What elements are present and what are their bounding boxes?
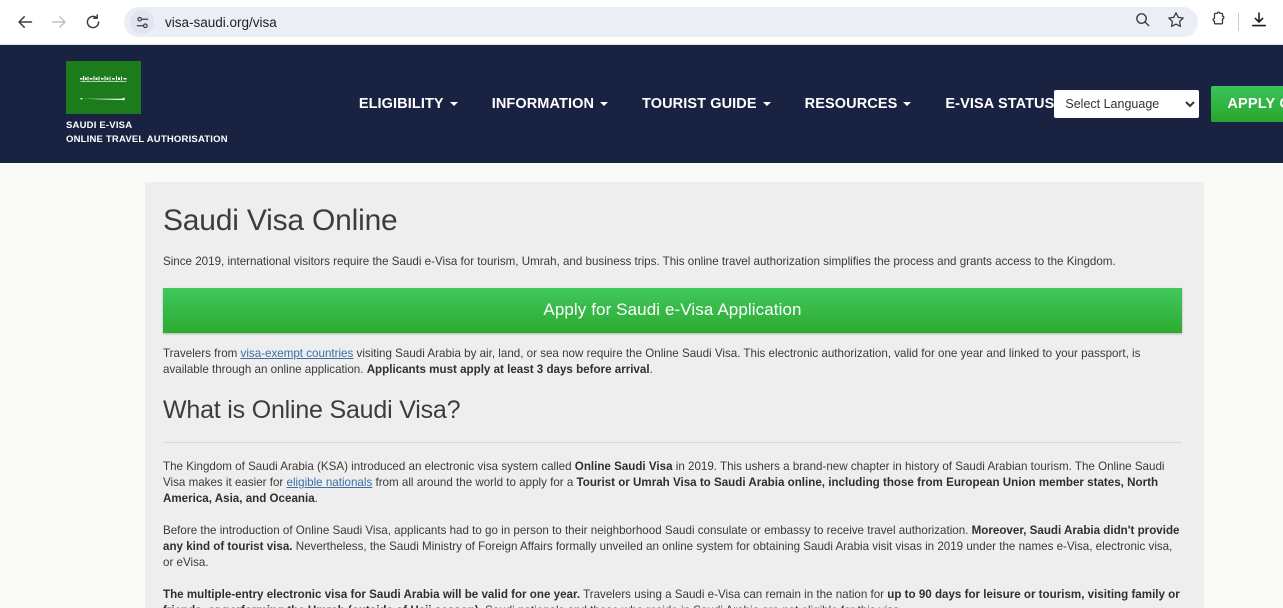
forward-arrow-icon <box>50 13 68 31</box>
brand-line-primary: SAUDI E-VISA <box>66 120 133 131</box>
back-arrow-icon <box>16 13 34 31</box>
address-bar[interactable]: visa-saudi.org/visa <box>124 7 1198 37</box>
site-header: SAUDI E-VISA ONLINE TRAVEL AUTHORISATION… <box>0 45 1283 163</box>
text-segment: The Kingdom of Saudi Arabia (KSA) introd… <box>163 460 575 473</box>
paragraph-requirements: Travelers from visa-exempt countries vis… <box>163 346 1182 378</box>
text-segment: from all around the world to apply for a <box>372 476 577 489</box>
language-select[interactable]: Select Language <box>1054 90 1200 118</box>
text-segment: Travelers from <box>163 347 241 360</box>
extensions-button[interactable] <box>1204 8 1232 36</box>
zoom-search-button[interactable] <box>1128 8 1156 36</box>
text-segment: Saudi nationals and those who reside in … <box>482 604 903 608</box>
header-actions: Select Language APPLY ONLINE <box>1054 86 1283 122</box>
apply-online-button[interactable]: APPLY ONLINE <box>1211 86 1283 122</box>
page-title: Saudi Visa Online <box>163 204 398 237</box>
paragraph-intro: The Kingdom of Saudi Arabia (KSA) introd… <box>163 459 1182 507</box>
chevron-down-icon <box>762 102 771 106</box>
paragraph-multientry: The multiple-entry electronic visa for S… <box>163 587 1182 608</box>
text-segment: Travelers using a Saudi e-Visa can remai… <box>580 588 888 601</box>
nav-item-eligibility[interactable]: ELIGIBILITY <box>359 96 458 112</box>
content-card: Saudi Visa Online Since 2019, internatio… <box>145 182 1204 608</box>
reload-icon <box>84 13 102 31</box>
brand-line-secondary: ONLINE TRAVEL AUTHORISATION <box>66 134 228 145</box>
page-body: Saudi Visa Online Since 2019, internatio… <box>0 163 1283 608</box>
lead-paragraph: Since 2019, international visitors requi… <box>163 255 1116 268</box>
main-navigation: ELIGIBILITY INFORMATION TOURIST GUIDE RE… <box>359 96 1055 112</box>
text-emphasis: Online Saudi Visa <box>574 460 673 473</box>
toolbar-right-actions <box>1204 8 1273 36</box>
site-settings-icon[interactable] <box>130 10 154 34</box>
puzzle-piece-icon <box>1209 11 1227 34</box>
section-divider <box>163 442 1182 443</box>
nav-label-tourist-guide: TOURIST GUIDE <box>642 96 757 112</box>
browser-toolbar: visa-saudi.org/visa <box>0 0 1283 45</box>
text-segment: Nevertheless, the Saudi Ministry of Fore… <box>163 540 1173 569</box>
nav-label-resources: RESOURCES <box>804 96 898 112</box>
chevron-down-icon <box>449 102 458 106</box>
toolbar-divider <box>1238 13 1239 31</box>
search-magnifier-icon <box>1134 11 1151 33</box>
text-segment: Before the introduction of Online Saudi … <box>163 524 972 537</box>
text-segment: . <box>314 492 318 505</box>
back-button[interactable] <box>10 7 40 37</box>
nav-item-information[interactable]: INFORMATION <box>491 96 609 112</box>
text-segment: . <box>649 363 653 376</box>
nav-item-evisa-status[interactable]: E-VISA STATUS <box>945 96 1054 112</box>
visa-exempt-countries-link[interactable]: visa-exempt countries <box>241 347 354 360</box>
text-emphasis: Applicants must apply at least 3 days be… <box>366 363 650 376</box>
nav-label-eligibility: ELIGIBILITY <box>358 96 444 112</box>
nav-label-evisa-status: E-VISA STATUS <box>945 96 1055 112</box>
site-logo[interactable]: SAUDI E-VISA ONLINE TRAVEL AUTHORISATION <box>66 61 228 147</box>
section-title: What is Online Saudi Visa? <box>163 396 461 424</box>
reload-button[interactable] <box>78 7 108 37</box>
chevron-down-icon <box>903 102 912 106</box>
text-emphasis: The multiple-entry electronic visa for S… <box>163 588 581 601</box>
nav-item-resources[interactable]: RESOURCES <box>805 96 912 112</box>
downloads-button[interactable] <box>1245 8 1273 36</box>
url-text: visa-saudi.org/visa <box>165 14 277 30</box>
saudi-flag-icon <box>66 61 141 114</box>
nav-item-tourist-guide[interactable]: TOURIST GUIDE <box>642 96 771 112</box>
eligible-nationals-link[interactable]: eligible nationals <box>287 476 373 489</box>
bookmark-button[interactable] <box>1162 8 1190 36</box>
paragraph-before-evisa: Before the introduction of Online Saudi … <box>163 523 1182 571</box>
star-icon <box>1167 11 1185 34</box>
chevron-down-icon <box>600 102 609 106</box>
forward-button[interactable] <box>44 7 74 37</box>
download-icon <box>1250 11 1268 34</box>
apply-evisa-cta-button[interactable]: Apply for Saudi e-Visa Application <box>163 288 1182 333</box>
nav-label-information: INFORMATION <box>491 96 595 112</box>
